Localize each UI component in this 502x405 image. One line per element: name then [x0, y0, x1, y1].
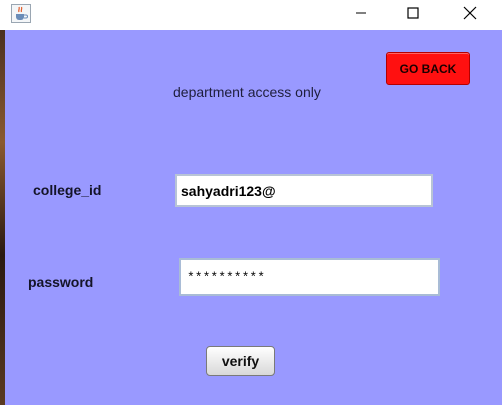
college-id-label: college_id [33, 182, 102, 198]
minimize-button[interactable] [338, 0, 384, 30]
close-button[interactable] [447, 0, 493, 30]
maximize-button[interactable] [390, 0, 436, 30]
minimize-icon [355, 6, 367, 24]
go-back-button[interactable]: GO BACK [386, 52, 470, 85]
department-access-notice: department access only [173, 84, 321, 100]
java-cup-icon[interactable] [11, 4, 31, 23]
maximize-icon [407, 6, 419, 24]
password-field[interactable]: ********** [179, 258, 440, 296]
verify-button[interactable]: verify [206, 346, 275, 376]
password-label: password [28, 274, 94, 290]
login-panel: GO BACK department access only college_i… [5, 30, 502, 405]
title-bar[interactable] [0, 0, 502, 30]
app-window: GO BACK department access only college_i… [0, 0, 502, 405]
college-id-field[interactable]: sahyadri123@ [175, 174, 433, 207]
close-icon [463, 6, 477, 25]
